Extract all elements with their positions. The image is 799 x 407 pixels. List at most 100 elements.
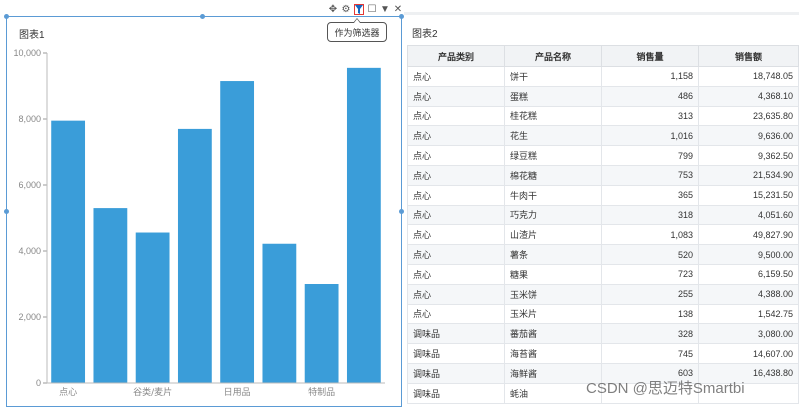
product-name-cell: 蛋糕 (504, 85, 602, 107)
resize-handle-top[interactable] (200, 14, 205, 19)
sales-qty-cell: 1,083 (601, 224, 699, 246)
table-row[interactable]: 点心 绿豆糕 799 9,362.50 (407, 145, 799, 166)
expand-icon[interactable]: ☐ (367, 4, 377, 15)
y-tick-label: 8,000 (18, 114, 41, 124)
bar[interactable] (177, 128, 212, 383)
column-header[interactable]: 销售量 (601, 45, 699, 67)
filter-tooltip: 作为筛选器 (327, 18, 387, 42)
bar[interactable] (135, 232, 170, 383)
y-tick-label: 0 (36, 378, 41, 388)
product-name-cell: 牛肉干 (504, 184, 602, 206)
table-row[interactable]: 点心 巧克力 318 4,051.60 (407, 204, 799, 226)
sales-qty-cell: 313 (601, 105, 699, 127)
x-tick-label: 特制品 (308, 386, 335, 398)
category-cell: 点心 (407, 125, 505, 147)
category-cell: 调味品 (407, 362, 505, 384)
category-cell: 点心 (407, 184, 505, 206)
sales-qty-cell: 486 (601, 85, 699, 107)
close-icon[interactable]: ✕ (393, 4, 403, 15)
column-header[interactable]: 产品类别 (407, 45, 505, 67)
sales-qty-cell: 365 (601, 184, 699, 206)
y-tick-label: 4,000 (18, 246, 41, 256)
sales-amount-cell: 4,051.60 (698, 204, 799, 226)
watermark: CSDN @思迈特Smartbi (586, 380, 745, 397)
sales-qty-cell: 723 (601, 263, 699, 285)
bar[interactable] (220, 81, 255, 384)
x-tick-label: 日用品 (224, 387, 251, 398)
filter-icon[interactable] (354, 3, 364, 15)
category-cell: 点心 (407, 224, 505, 246)
table-row[interactable]: 点心 薯条 520 9,500.00 (407, 244, 799, 265)
product-name-cell: 绿豆糕 (504, 145, 602, 166)
move-icon[interactable]: ✥ (328, 4, 338, 15)
more-icon[interactable]: ▼ (380, 4, 390, 15)
panel-divider (404, 12, 799, 15)
product-name-cell: 巧克力 (504, 204, 602, 226)
column-header[interactable]: 销售额 (698, 45, 799, 67)
sales-amount-cell: 4,388.00 (698, 283, 799, 305)
sales-amount-cell: 3,080.00 (698, 323, 799, 345)
bar[interactable] (304, 284, 339, 383)
bar[interactable] (346, 67, 381, 383)
table-row[interactable]: 点心 牛肉干 365 15,231.50 (407, 184, 799, 206)
product-name-cell: 饼干 (504, 66, 602, 87)
product-name-cell: 花生 (504, 125, 602, 147)
y-tick-label: 6,000 (18, 180, 41, 190)
data-table: 产品类别 产品名称 销售量 销售额 点心 饼干 1,158 18,748.05 点心 蛋糕… (407, 45, 799, 404)
sales-qty-cell: 520 (601, 244, 699, 265)
resize-handle-top-left[interactable] (4, 14, 9, 19)
x-tick-label: 点心 (59, 387, 77, 398)
bar[interactable] (93, 208, 128, 383)
bar[interactable] (51, 120, 86, 384)
sales-amount-cell: 18,748.05 (698, 66, 799, 87)
sales-qty-cell: 745 (601, 343, 699, 364)
sales-amount-cell: 23,635.80 (698, 105, 799, 127)
sales-amount-cell: 15,231.50 (698, 184, 799, 206)
table-row[interactable]: 点心 玉米饼 255 4,388.00 (407, 283, 799, 305)
category-cell: 调味品 (407, 343, 505, 364)
product-name-cell: 糖果 (504, 263, 602, 285)
product-name-cell: 玉米片 (504, 303, 602, 325)
category-cell: 调味品 (407, 323, 505, 345)
category-cell: 点心 (407, 164, 505, 186)
sales-qty-cell: 1,158 (601, 66, 699, 87)
product-name-cell: 蕃茄酱 (504, 323, 602, 345)
table-row[interactable]: 点心 玉米片 138 1,542.75 (407, 303, 799, 325)
sales-qty-cell: 1,016 (601, 125, 699, 147)
bar[interactable] (262, 243, 297, 383)
table-row[interactable]: 点心 桂花糕 313 23,635.80 (407, 105, 799, 127)
table-row[interactable]: 调味品 海苔酱 745 14,607.00 (407, 343, 799, 364)
table-header-row: 产品类别 产品名称 销售量 销售额 (407, 45, 799, 67)
chart-panel[interactable]: 图表1 0 2,000 4,000 6,000 8,000 10,000 点心 谷类/麦片 日用… (6, 16, 402, 407)
table-row[interactable]: 点心 棉花糖 753 21,534.90 (407, 164, 799, 186)
sales-amount-cell: 9,636.00 (698, 125, 799, 147)
sales-qty-cell: 328 (601, 323, 699, 345)
table-row[interactable]: 点心 山渣片 1,083 49,827.90 (407, 224, 799, 246)
column-header[interactable]: 产品名称 (504, 45, 602, 67)
product-name-cell: 山渣片 (504, 224, 602, 246)
settings-icon[interactable]: ⚙ (341, 4, 351, 15)
table-row[interactable]: 点心 糖果 723 6,159.50 (407, 263, 799, 285)
sales-qty-cell: 138 (601, 303, 699, 325)
table-row[interactable]: 点心 蛋糕 486 4,368.10 (407, 85, 799, 107)
table-panel[interactable]: 图表2 产品类别 产品名称 销售量 销售额 点心 饼干 1,158 18,748.05… (404, 16, 799, 407)
category-cell: 点心 (407, 204, 505, 226)
product-name-cell: 桂花糕 (504, 105, 602, 127)
sales-qty-cell: 753 (601, 164, 699, 186)
sales-amount-cell: 49,827.90 (698, 224, 799, 246)
table-row[interactable]: 点心 花生 1,016 9,636.00 (407, 125, 799, 147)
category-cell: 点心 (407, 85, 505, 107)
y-tick-label: 2,000 (18, 312, 41, 322)
resize-handle-left[interactable] (4, 209, 9, 214)
category-cell: 点心 (407, 283, 505, 305)
sales-qty-cell: 318 (601, 204, 699, 226)
sales-amount-cell: 9,500.00 (698, 244, 799, 265)
table-row[interactable]: 点心 饼干 1,158 18,748.05 (407, 66, 799, 87)
y-tick-label: 10,000 (13, 48, 41, 58)
sales-amount-cell: 21,534.90 (698, 164, 799, 186)
table-row[interactable]: 调味品 蕃茄酱 328 3,080.00 (407, 323, 799, 345)
category-cell: 点心 (407, 66, 505, 87)
product-name-cell: 棉花糖 (504, 164, 602, 186)
category-cell: 点心 (407, 263, 505, 285)
category-cell: 调味品 (407, 382, 505, 404)
